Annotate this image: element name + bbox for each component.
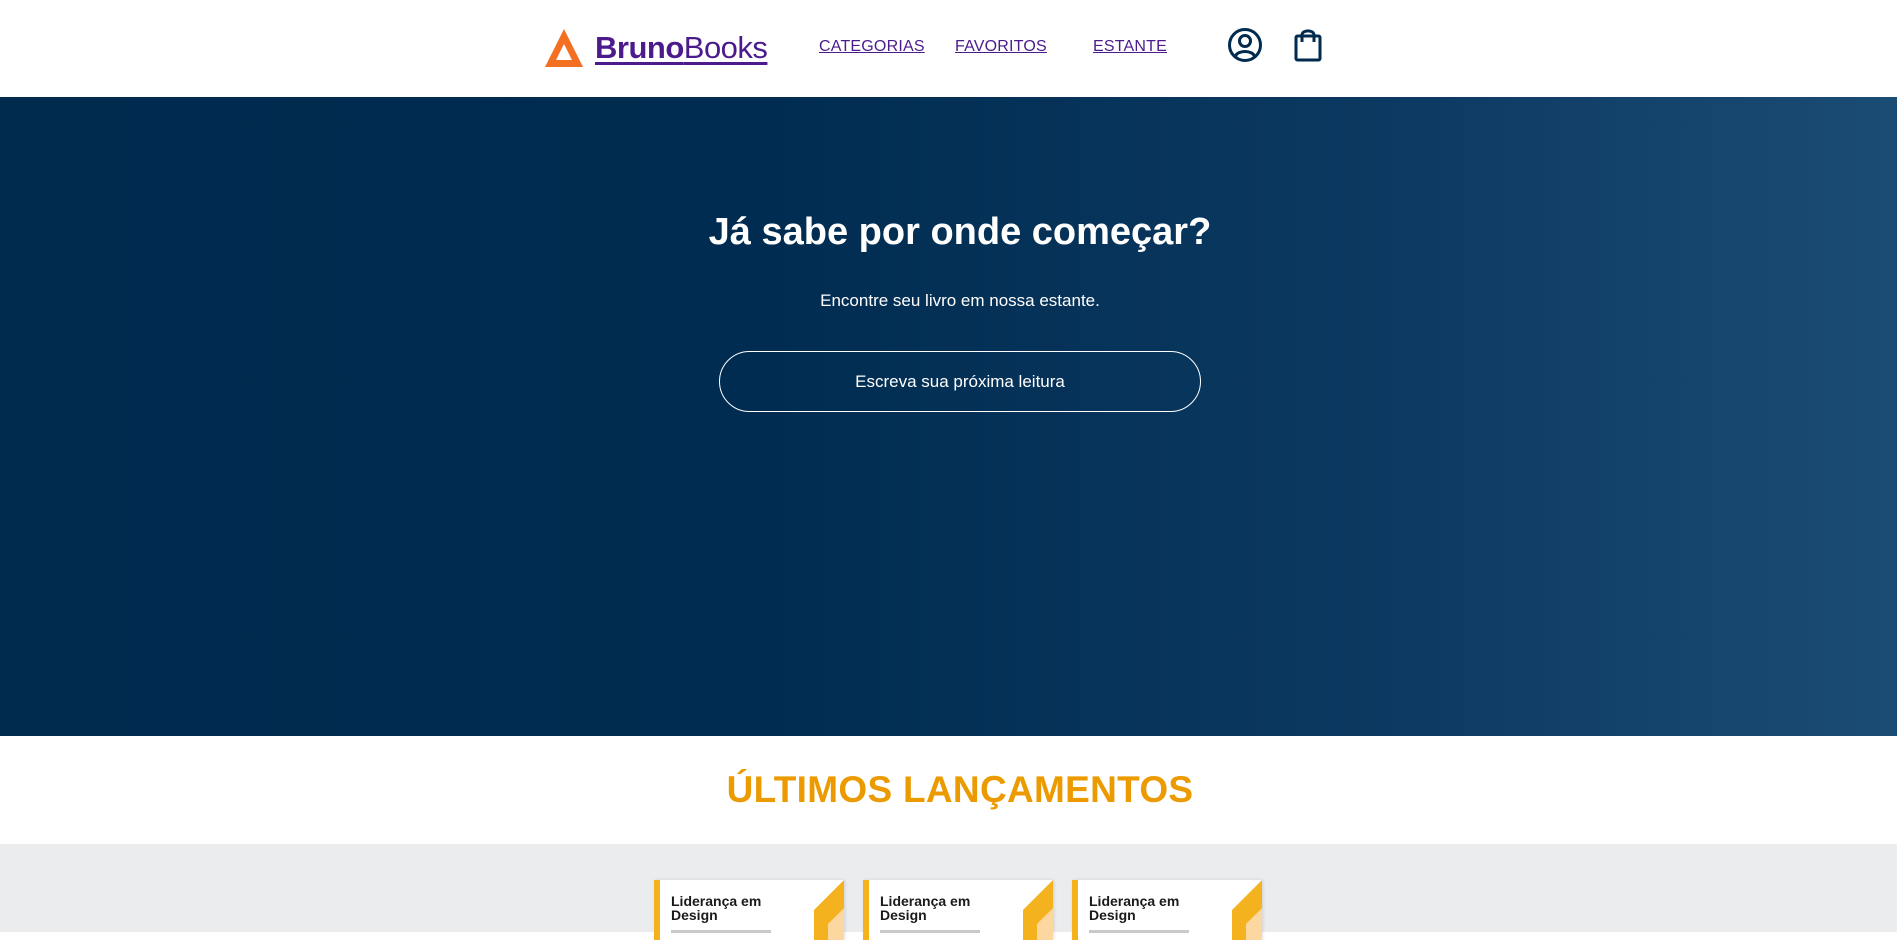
site-header: BrunoBooks CATEGORIAS FAVORITOS ESTANTE — [0, 0, 1897, 97]
user-circle-icon[interactable] — [1226, 26, 1264, 64]
hero-subtitle: Encontre seu livro em nossa estante. — [820, 291, 1100, 310]
logo-brand-light: Books — [683, 30, 768, 65]
triangle-logo-icon — [545, 29, 583, 67]
nav-link-categorias[interactable]: CATEGORIAS — [819, 38, 925, 56]
book-title: Liderança em Design — [1089, 893, 1180, 923]
shopping-bag-icon[interactable] — [1289, 26, 1327, 64]
releases-title: ÚLTIMOS LANÇAMENTOS — [726, 769, 1194, 810]
logo-text: BrunoBooks — [595, 30, 768, 66]
search-input[interactable] — [719, 351, 1201, 412]
book-title: Liderança em Design — [880, 893, 971, 923]
book-title: Liderança em Design — [671, 893, 762, 923]
logo-brand-bold: Bruno — [595, 30, 684, 65]
book-card[interactable]: Liderança em Design — [863, 880, 1053, 940]
book-card[interactable]: Liderança em Design — [1072, 880, 1262, 940]
book-card[interactable]: Liderança em Design — [654, 880, 844, 940]
nav-link-estante[interactable]: ESTANTE — [1093, 38, 1167, 56]
logo-link[interactable]: BrunoBooks — [543, 26, 768, 70]
hero-title: Já sabe por onde começar? — [708, 211, 1212, 253]
nav-link-favoritos[interactable]: FAVORITOS — [955, 38, 1047, 56]
book-cover-ribbon-icon — [1023, 880, 1053, 940]
book-cover-ribbon-icon — [814, 880, 844, 940]
book-cover-ribbon-icon — [1232, 880, 1262, 940]
hero-banner: Já sabe por onde começar? Encontre seu l… — [0, 97, 1897, 736]
